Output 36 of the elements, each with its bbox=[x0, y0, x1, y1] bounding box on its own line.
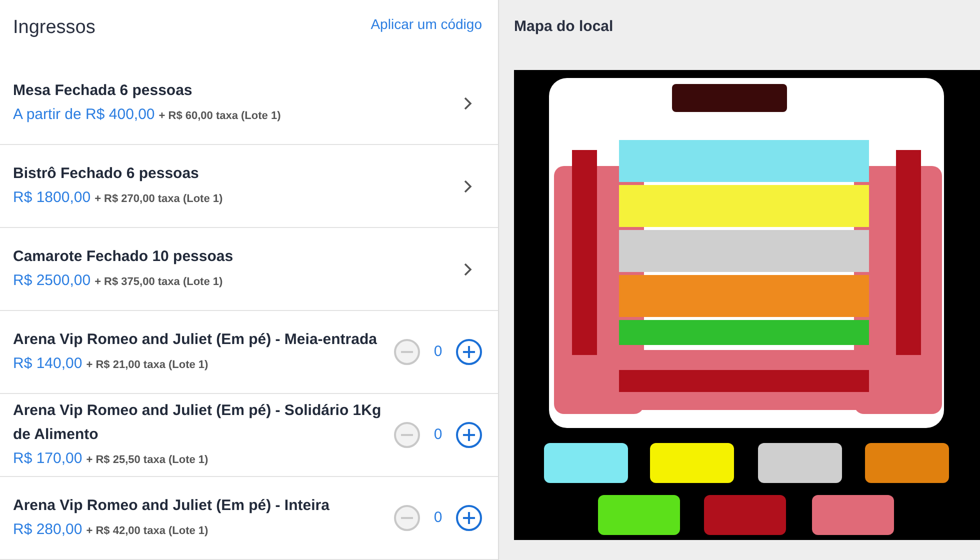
ticket-fee: + R$ 42,00 taxa (Lote 1) bbox=[86, 524, 208, 539]
apply-code-link[interactable]: Aplicar um código bbox=[370, 14, 482, 35]
ticket-name: Arena Vip Romeo and Juliet (Em pé) - Meia-entrada bbox=[13, 330, 378, 350]
minus-icon bbox=[401, 434, 413, 436]
ticket-fee: + R$ 60,00 taxa (Lote 1) bbox=[158, 109, 281, 124]
ticket-price: R$ 170,00 bbox=[13, 449, 82, 469]
increase-button[interactable] bbox=[456, 339, 482, 365]
panel-title: Ingressos bbox=[13, 16, 96, 40]
minus-icon bbox=[401, 351, 413, 353]
plus-icon bbox=[463, 512, 475, 524]
chevron-right-icon bbox=[464, 180, 472, 192]
ticket-name: Arena Vip Romeo and Juliet (Em pé) - Solidário 1Kg de Alimento bbox=[13, 401, 382, 445]
plus-icon bbox=[463, 429, 475, 441]
ticket-price: R$ 280,00 bbox=[13, 520, 82, 540]
ticket-name: Bistrô Fechado 6 pessoas bbox=[13, 164, 200, 184]
ticket-price: R$ 140,00 bbox=[13, 354, 82, 374]
ticket-fee: + R$ 270,00 taxa (Lote 1) bbox=[94, 192, 223, 207]
increase-button[interactable] bbox=[456, 505, 482, 531]
chevron-right-icon bbox=[464, 96, 472, 110]
ticket-price: A partir de R$ 400,00 bbox=[13, 105, 155, 125]
ticket-name: Mesa Fechada 6 pessoas bbox=[13, 81, 194, 101]
minus-icon bbox=[401, 517, 413, 519]
ticket-fee: + R$ 25,50 taxa (Lote 1) bbox=[86, 453, 208, 468]
ticket-name: Camarote Fechado 10 pessoas bbox=[13, 247, 234, 267]
ticket-fee: + R$ 21,00 taxa (Lote 1) bbox=[86, 358, 208, 373]
ticket-price: R$ 1800,00 bbox=[13, 188, 91, 208]
quantity-value: 0 bbox=[432, 424, 444, 445]
ticket-name: Arena Vip Romeo and Juliet (Em pé) - Inteira bbox=[13, 496, 330, 516]
ticket-price: R$ 2500,00 bbox=[13, 271, 91, 291]
chevron-right-icon bbox=[464, 262, 472, 276]
plus-icon bbox=[463, 346, 475, 358]
quantity-value: 0 bbox=[432, 342, 444, 362]
ticket-fee: + R$ 375,00 taxa (Lote 1) bbox=[94, 275, 223, 290]
increase-button[interactable] bbox=[456, 422, 482, 448]
map-title: Mapa do local bbox=[514, 18, 614, 35]
quantity-value: 0 bbox=[432, 508, 444, 528]
